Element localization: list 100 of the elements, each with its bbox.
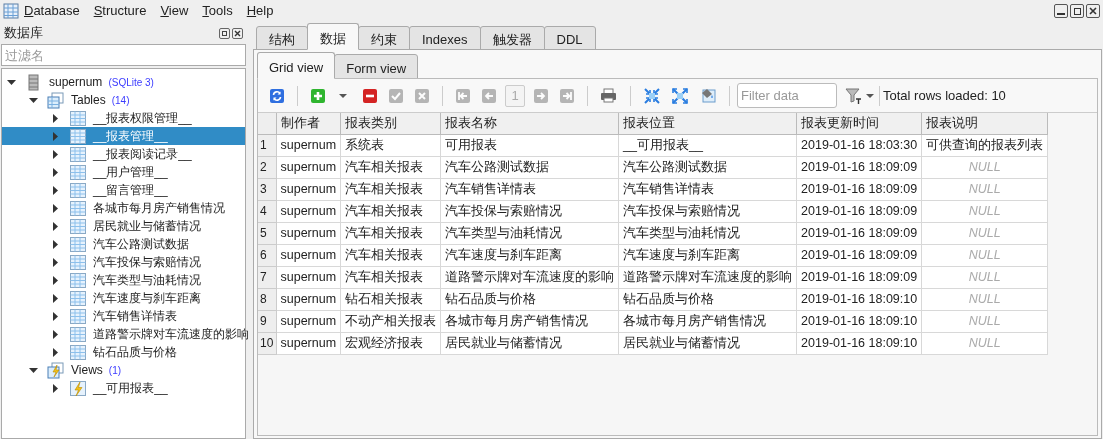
tree-label: 汽车销售详情表: [93, 308, 177, 325]
table-cell: 汽车速度与刹车距离: [618, 244, 797, 266]
add-icon[interactable]: [310, 87, 326, 104]
table-cell: 2019-01-16 18:09:10: [796, 332, 922, 354]
expand-arrows-icon[interactable]: [671, 86, 689, 105]
row-number[interactable]: 3: [258, 178, 276, 200]
panel-title: 数据库: [4, 24, 43, 43]
refresh-icon[interactable]: [269, 87, 285, 104]
menu-item[interactable]: Database: [24, 1, 80, 21]
table-cell: supernum: [276, 134, 341, 156]
table-cell: 汽车类型与油耗情况: [440, 222, 619, 244]
tab[interactable]: 约束: [358, 26, 410, 50]
tab[interactable]: Indexes: [409, 26, 481, 50]
column-header[interactable]: 制作者: [276, 113, 341, 134]
table-cell: NULL: [921, 288, 1048, 310]
menu-item[interactable]: View: [160, 1, 189, 21]
column-header[interactable]: 报表位置: [618, 113, 797, 134]
table-icon: [69, 235, 87, 253]
table-cell: 汽车销售详情表: [440, 178, 619, 200]
table-cell: 2019-01-16 18:09:10: [796, 288, 922, 310]
table-cell: 汽车销售详情表: [618, 178, 797, 200]
tree-label: Tables: [71, 92, 106, 109]
filter-icon[interactable]: [845, 86, 861, 105]
tab[interactable]: 结构: [256, 26, 308, 50]
table-cell: 2019-01-16 18:09:09: [796, 244, 922, 266]
restore-button[interactable]: [1070, 4, 1084, 18]
tree-label: 汽车公路测试数据: [93, 236, 189, 253]
view-icon: [69, 379, 87, 397]
minimize-button[interactable]: [1054, 4, 1068, 18]
row-number[interactable]: 6: [258, 244, 276, 266]
float-button[interactable]: [219, 27, 230, 39]
tree-label: 汽车类型与油耗情况: [93, 272, 201, 289]
views-icon: [47, 361, 65, 379]
table-cell: 系统表: [340, 134, 441, 156]
tab[interactable]: 数据: [307, 23, 359, 50]
table-cell: 2019-01-16 18:03:30: [796, 134, 922, 156]
row-number[interactable]: 7: [258, 266, 276, 288]
table-cell: 2019-01-16 18:09:09: [796, 156, 922, 178]
row-number[interactable]: 10: [258, 332, 276, 354]
table-cell: __可用报表__: [618, 134, 797, 156]
tree-label: 居民就业与储蓄情况: [93, 218, 201, 235]
table-cell: supernum: [276, 178, 341, 200]
column-header[interactable]: 报表说明: [921, 113, 1048, 134]
row-number[interactable]: 2: [258, 156, 276, 178]
collapse-arrow-icon[interactable]: [29, 95, 38, 105]
table-cell: NULL: [921, 266, 1048, 288]
close-button[interactable]: [1086, 4, 1100, 18]
tree-label: 钻石品质与价格: [93, 344, 177, 361]
table-cell: 2019-01-16 18:09:09: [796, 222, 922, 244]
app-icon: [3, 3, 19, 19]
row-number[interactable]: 4: [258, 200, 276, 222]
column-header[interactable]: 报表名称: [440, 113, 619, 134]
column-header[interactable]: 报表类别: [340, 113, 441, 134]
filter-field[interactable]: Filter data: [737, 83, 837, 108]
table-icon: [69, 199, 87, 217]
table-cell: 钻石品质与价格: [618, 288, 797, 310]
table-cell: 汽车类型与油耗情况: [618, 222, 797, 244]
table-cell: supernum: [276, 244, 341, 266]
table-cell: supernum: [276, 222, 341, 244]
paint-bucket-icon[interactable]: [699, 86, 717, 105]
row-number[interactable]: 8: [258, 288, 276, 310]
table-cell: 2019-01-16 18:09:09: [796, 178, 922, 200]
close-button[interactable]: [232, 27, 243, 39]
row-number[interactable]: 1: [258, 134, 276, 156]
expand-arrow-icon[interactable]: [51, 383, 60, 393]
tree-label: 汽车投保与索赔情况: [93, 254, 201, 271]
table-cell: 汽车投保与索赔情况: [618, 200, 797, 222]
menu-item[interactable]: Structure: [93, 1, 147, 21]
tab[interactable]: DDL: [543, 26, 596, 50]
row-count-label: Total rows loaded: 10: [883, 86, 1006, 105]
shrink-arrows-icon[interactable]: [643, 86, 661, 105]
tree-label: __报表阅读记录__: [93, 146, 192, 163]
table-cell: 2019-01-16 18:09:09: [796, 266, 922, 288]
printer-icon[interactable]: [600, 86, 618, 105]
table-cell: NULL: [921, 156, 1048, 178]
table-icon: [69, 325, 87, 343]
tab[interactable]: Form view: [334, 54, 419, 79]
tree-label: Views: [71, 362, 103, 379]
table-cell: 汽车相关报表: [340, 222, 441, 244]
row-number[interactable]: 9: [258, 310, 276, 332]
row-number[interactable]: 5: [258, 222, 276, 244]
table-icon: [69, 127, 87, 145]
tab[interactable]: 触发器: [479, 26, 545, 50]
tree-label: 汽车速度与刹车距离: [93, 290, 201, 307]
table-cell: 可供查询的报表列表: [921, 134, 1048, 156]
table-cell: NULL: [921, 332, 1048, 354]
collapse-arrow-icon[interactable]: [29, 365, 38, 375]
menu-item[interactable]: Help: [246, 1, 274, 21]
tree-label: 各城市每月房产销售情况: [93, 200, 225, 217]
filter-field[interactable]: 过滤名: [1, 44, 246, 66]
column-header[interactable]: 报表更新时间: [796, 113, 922, 134]
menu-item[interactable]: Tools: [202, 1, 233, 21]
tab[interactable]: Grid view: [257, 52, 336, 79]
collapse-arrow-icon[interactable]: [7, 77, 16, 87]
remove-icon[interactable]: [362, 87, 378, 104]
table-cell: NULL: [921, 310, 1048, 332]
table-cell: 钻石相关报表: [340, 288, 441, 310]
selected-row-highlight[interactable]: __报表管理__: [2, 127, 245, 145]
table-cell: 宏观经济报表: [340, 332, 441, 354]
count-label: (SQLite 3): [108, 75, 154, 90]
